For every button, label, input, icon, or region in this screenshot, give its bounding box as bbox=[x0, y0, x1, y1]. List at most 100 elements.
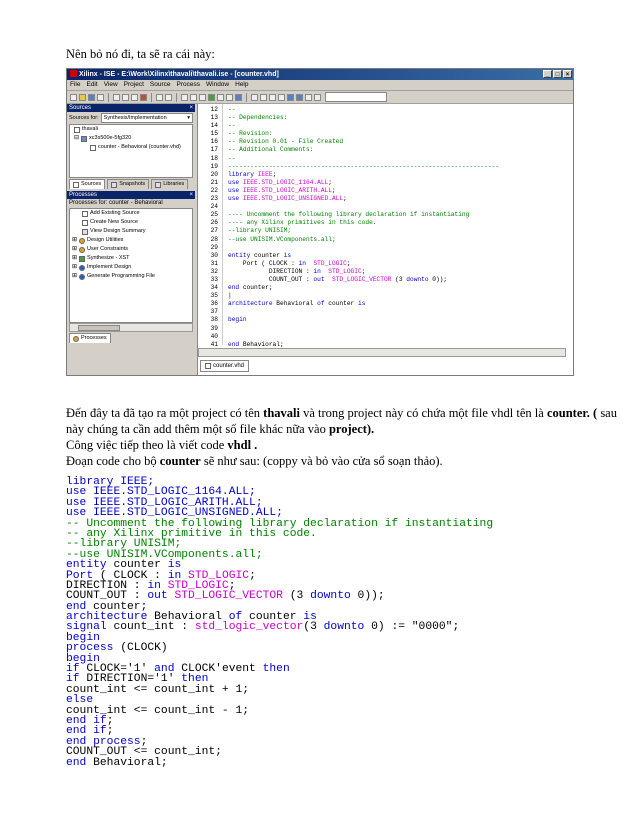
editor-line[interactable]: 36 architecture Behavioral of counter is bbox=[198, 300, 572, 308]
menu-window[interactable]: Window bbox=[206, 80, 229, 90]
editor-line[interactable]: 26 ---- any Xilinx primitives in this cod… bbox=[198, 219, 572, 227]
window-cascade-icon[interactable] bbox=[217, 93, 224, 101]
editor-line[interactable]: 17 -- Additional Comments: bbox=[198, 146, 572, 154]
redo-icon[interactable] bbox=[165, 93, 172, 101]
editor-line[interactable]: 18 -- bbox=[198, 155, 572, 163]
editor-file-tab[interactable]: counter.vhd bbox=[200, 360, 250, 372]
process-item[interactable]: Add Existing Source bbox=[70, 209, 192, 218]
line-code: --use UNISIM.VComponents.all; bbox=[228, 236, 336, 244]
paste-icon[interactable] bbox=[131, 93, 138, 101]
editor-line[interactable]: 27 --library UNISIM; bbox=[198, 227, 572, 235]
bookmark-icon[interactable] bbox=[287, 93, 294, 101]
editor-line[interactable]: 35 | bbox=[198, 292, 572, 300]
outdent-icon[interactable] bbox=[260, 93, 267, 101]
cut-icon[interactable] bbox=[113, 93, 120, 101]
editor-line[interactable]: 16 -- Revision 0.01 - File Created bbox=[198, 138, 572, 146]
line-number: 24 bbox=[210, 203, 218, 211]
editor-line[interactable]: 12 -- bbox=[198, 106, 572, 114]
scrollbar-thumb[interactable] bbox=[78, 325, 120, 331]
menu-file[interactable]: File bbox=[70, 80, 80, 90]
editor-line[interactable]: 22 use IEEE.STD_LOGIC_ARITH.ALL; bbox=[198, 187, 572, 195]
tree-item-counter[interactable]: counter - Behavioral (counter.vhd) bbox=[70, 143, 192, 152]
expand-icon[interactable]: ⊞ bbox=[72, 245, 77, 254]
delete-icon[interactable] bbox=[140, 93, 147, 101]
window-tile-icon[interactable] bbox=[226, 93, 233, 101]
editor-line[interactable]: 40 bbox=[198, 333, 572, 341]
editor-line[interactable]: 34 end counter; bbox=[198, 284, 572, 292]
tab-sources[interactable]: Sources bbox=[69, 179, 106, 189]
zoom-fit-icon[interactable] bbox=[199, 93, 206, 101]
process-item[interactable]: ⊞ User Constraints bbox=[70, 245, 192, 254]
editor-line[interactable]: 19 --------------------------------------… bbox=[198, 163, 572, 171]
processes-scrollbar[interactable] bbox=[69, 323, 193, 332]
help-icon[interactable] bbox=[235, 93, 242, 101]
find-combo[interactable] bbox=[325, 92, 387, 102]
editor-line[interactable]: 30 entity counter is bbox=[198, 252, 572, 260]
minimize-icon[interactable]: _ bbox=[543, 70, 552, 78]
process-item[interactable]: ⊞ Implement Design bbox=[70, 263, 192, 272]
collapse-icon[interactable]: ⊟ bbox=[74, 134, 79, 143]
find-icon[interactable] bbox=[305, 93, 312, 101]
editor-line[interactable]: 15 -- Revision: bbox=[198, 130, 572, 138]
editor-line[interactable]: 29 bbox=[198, 244, 572, 252]
uncomment-icon[interactable] bbox=[278, 93, 285, 101]
indent-icon[interactable] bbox=[251, 93, 258, 101]
editor-line[interactable]: 28 --use UNISIM.VComponents.all; bbox=[198, 236, 572, 244]
new-file-icon[interactable] bbox=[70, 93, 77, 101]
editor-line[interactable]: 32 DIRECTION : in STD_LOGIC; bbox=[198, 268, 572, 276]
menu-help[interactable]: Help bbox=[235, 80, 248, 90]
code-editor[interactable]: 12 -- 13 -- Dependencies: 14 -- 15 -- Revision:… bbox=[197, 104, 573, 375]
editor-line[interactable]: 31 Port ( CLOCK : in STD_LOGIC; bbox=[198, 260, 572, 268]
menu-view[interactable]: View bbox=[104, 80, 118, 90]
expand-icon[interactable]: ⊞ bbox=[72, 254, 77, 263]
print-icon[interactable] bbox=[97, 93, 104, 101]
process-item[interactable]: ⊞ Synthesize - XST bbox=[70, 254, 192, 263]
line-number: 30 bbox=[210, 251, 218, 259]
process-item[interactable]: Create New Source bbox=[70, 218, 192, 227]
open-folder-icon[interactable] bbox=[79, 93, 86, 101]
editor-line[interactable]: 20 library IEEE; bbox=[198, 171, 572, 179]
menu-process[interactable]: Process bbox=[177, 80, 200, 90]
expand-icon[interactable]: ⊞ bbox=[72, 272, 77, 281]
editor-line[interactable]: 24 bbox=[198, 203, 572, 211]
language-templates-icon[interactable] bbox=[314, 93, 321, 101]
tree-item-project[interactable]: thavali bbox=[70, 125, 192, 134]
menu-source[interactable]: Source bbox=[150, 80, 171, 90]
undo-icon[interactable] bbox=[156, 93, 163, 101]
save-icon[interactable] bbox=[88, 93, 95, 101]
editor-line[interactable]: 25 ---- Uncomment the following library d… bbox=[198, 211, 572, 219]
close-icon[interactable]: × bbox=[189, 191, 193, 199]
tab-snapshots[interactable]: Snapshots bbox=[107, 179, 150, 189]
code-token: STD_LOGIC bbox=[313, 259, 347, 267]
process-item[interactable]: View Design Summary bbox=[70, 227, 192, 236]
editor-scrollbar[interactable] bbox=[198, 348, 566, 357]
tab-libraries[interactable]: Libraries bbox=[151, 179, 189, 189]
sources-for-select[interactable]: Synthesis/Implementation ▾ bbox=[100, 113, 193, 123]
menu-edit[interactable]: Edit bbox=[86, 80, 97, 90]
zoom-in-icon[interactable] bbox=[181, 93, 188, 101]
close-icon[interactable]: × bbox=[189, 104, 193, 112]
editor-line[interactable]: 13 -- Dependencies: bbox=[198, 114, 572, 122]
maximize-icon[interactable]: □ bbox=[553, 70, 562, 78]
close-icon[interactable]: × bbox=[563, 70, 572, 78]
zoom-out-icon[interactable] bbox=[190, 93, 197, 101]
tab-processes[interactable]: Processes bbox=[69, 333, 111, 343]
expand-icon[interactable]: ⊞ bbox=[72, 236, 77, 245]
editor-line[interactable]: 38 begin bbox=[198, 316, 572, 324]
process-item[interactable]: ⊞ Generate Programming File bbox=[70, 272, 192, 281]
menu-project[interactable]: Project bbox=[124, 80, 144, 90]
process-item[interactable]: ⊞ Design Utilities bbox=[70, 236, 192, 245]
run-icon[interactable] bbox=[208, 93, 215, 101]
code-token: counter bbox=[324, 300, 358, 308]
bookmark-next-icon[interactable] bbox=[296, 93, 303, 101]
editor-line[interactable]: 33 COUNT_OUT : out STD_LOGIC_VECTOR (3 d… bbox=[198, 276, 572, 284]
expand-icon[interactable]: ⊞ bbox=[72, 263, 77, 272]
comment-icon[interactable] bbox=[269, 93, 276, 101]
editor-line[interactable]: 21 use IEEE.STD_LOGIC_1164.ALL; bbox=[198, 179, 572, 187]
editor-line[interactable]: 23 use IEEE.STD_LOGIC_UNSIGNED.ALL; bbox=[198, 195, 572, 203]
editor-line[interactable]: 39 bbox=[198, 325, 572, 333]
copy-icon[interactable] bbox=[122, 93, 129, 101]
editor-line[interactable]: 14 -- bbox=[198, 122, 572, 130]
tree-item-device[interactable]: ⊟ xc3s500e-5fg320 bbox=[70, 134, 192, 143]
editor-line[interactable]: 37 bbox=[198, 308, 572, 316]
